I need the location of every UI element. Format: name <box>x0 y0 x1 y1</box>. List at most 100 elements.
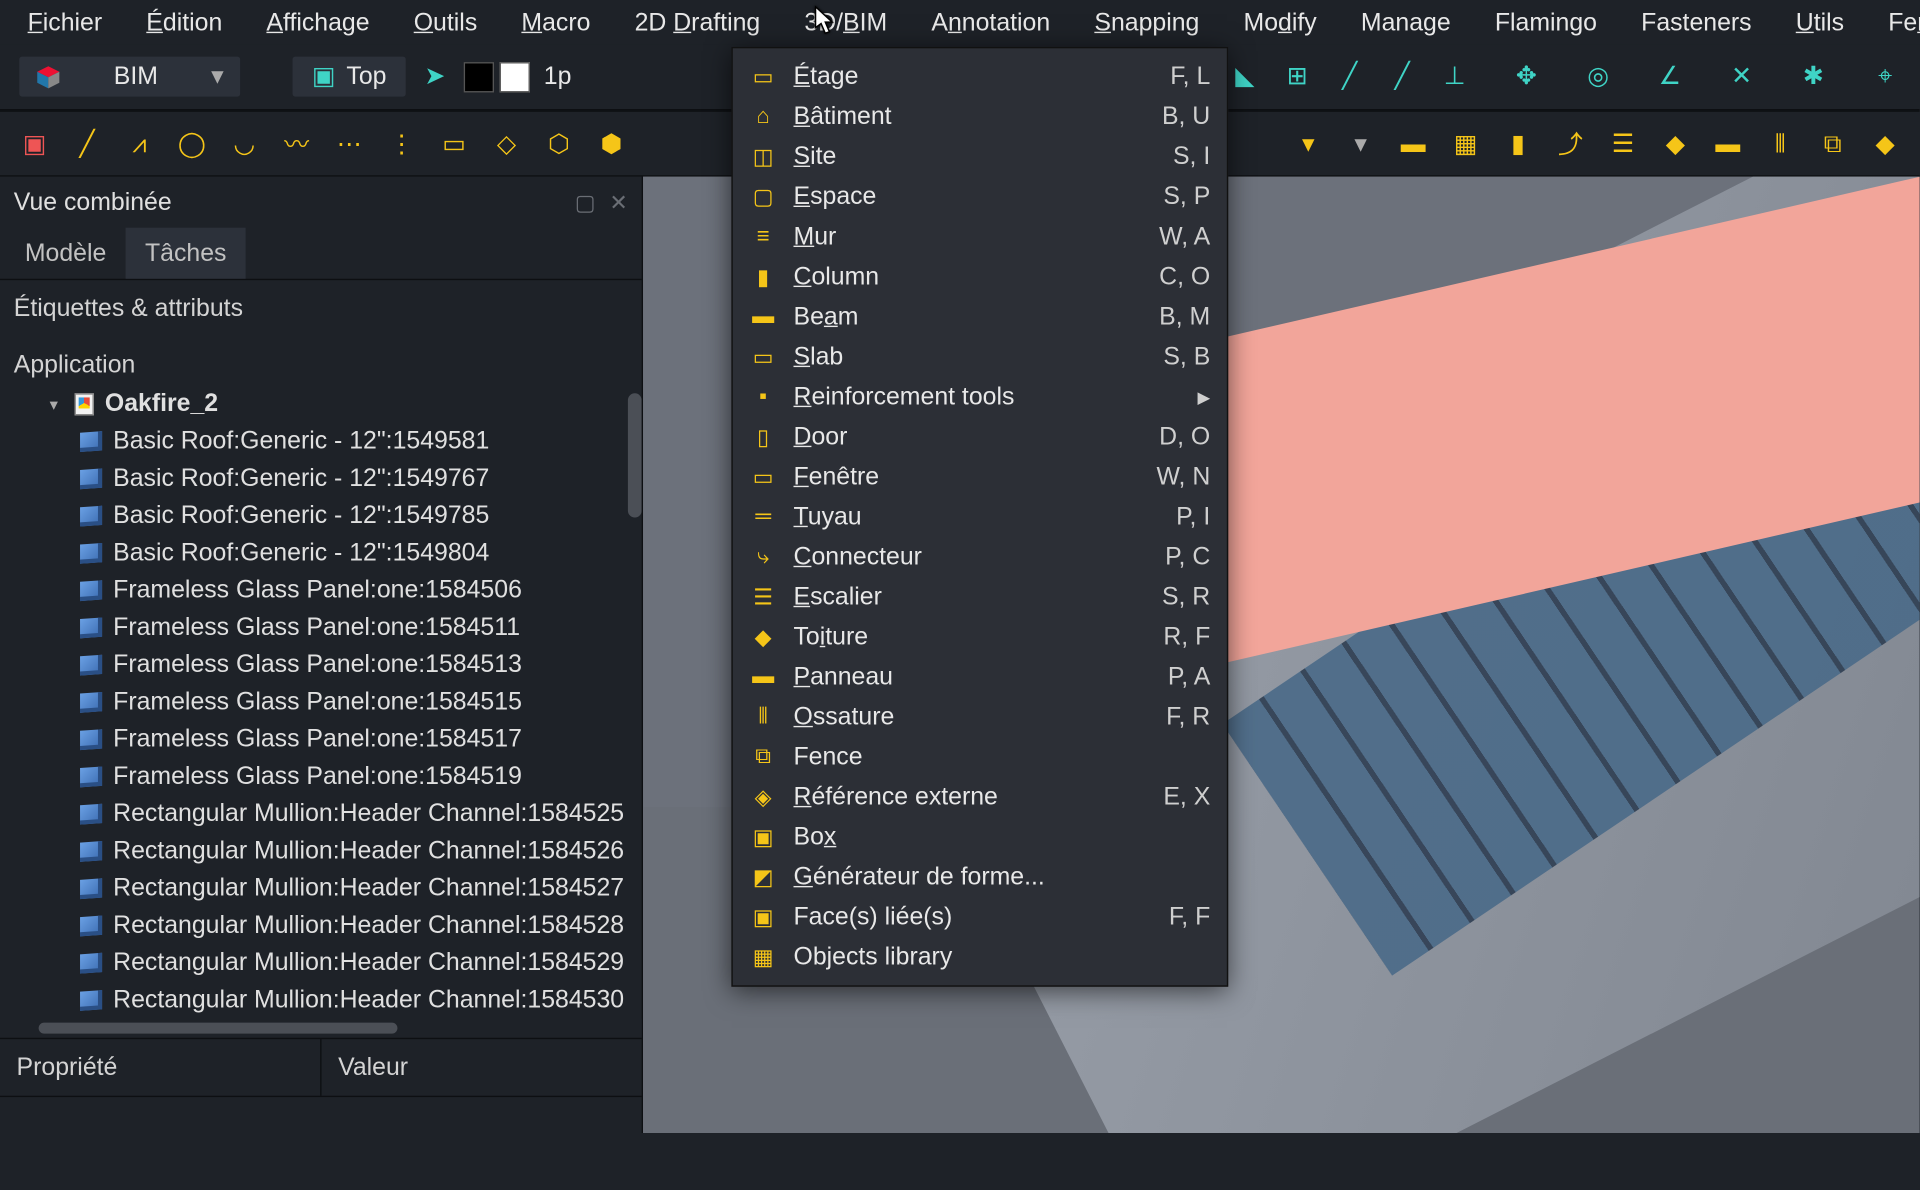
roof-icon[interactable]: ◆ <box>1652 120 1699 167</box>
tool-icon[interactable]: ▾ <box>1285 120 1332 167</box>
snap-near-icon[interactable]: ⌖ <box>1862 53 1909 100</box>
menu-item-panneau[interactable]: ▬PanneauP, A <box>733 657 1227 697</box>
panel-icon[interactable]: ▬ <box>1704 120 1751 167</box>
tool-icon[interactable]: ⬡ <box>535 120 582 167</box>
tree-item[interactable]: Rectangular Mullion:Header Channel:15845… <box>8 832 633 869</box>
menu-item-box[interactable]: ▣Box <box>733 817 1227 857</box>
snap-perp-icon[interactable]: ⊥ <box>1431 53 1478 100</box>
tree-item[interactable]: Basic Roof:Generic - 12":1549581 <box>8 422 633 459</box>
tool-icon[interactable]: ⋮ <box>378 120 425 167</box>
tool-icon[interactable]: ◇ <box>483 120 530 167</box>
rect-icon[interactable]: ▭ <box>431 120 478 167</box>
tree-item[interactable]: Rectangular Mullion:Header Channel:15845… <box>8 981 633 1018</box>
tree-item[interactable]: Rectangular Mullion:Header Channel:15845… <box>8 907 633 944</box>
menu-outils[interactable]: Outils <box>392 2 500 42</box>
tool-icon[interactable]: ⋯ <box>326 120 373 167</box>
menu-3dbim[interactable]: 3D/BIM <box>782 2 909 42</box>
tool-icon[interactable]: ◣ <box>1221 53 1268 100</box>
tool-icon[interactable]: ╱ <box>1326 53 1373 100</box>
menu-item-espace[interactable]: ▢EspaceS, P <box>733 177 1227 217</box>
menu-item-site[interactable]: ◫SiteS, I <box>733 137 1227 177</box>
menu-macro[interactable]: Macro <box>499 2 612 42</box>
menu-item-escalier[interactable]: ☰EscalierS, R <box>733 577 1227 617</box>
tree-scrollbar[interactable] <box>628 393 642 517</box>
tool-icon[interactable]: 〰 <box>273 120 320 167</box>
snap-intersect-icon[interactable]: ✕ <box>1718 53 1765 100</box>
menu-fentre[interactable]: Fenêtre <box>1866 2 1920 42</box>
undock-icon[interactable]: ▢ <box>575 188 596 216</box>
view-top-button[interactable]: ▣ Top <box>293 57 406 97</box>
tree-item[interactable]: Frameless Glass Panel:one:1584517 <box>8 720 633 757</box>
menu-affichage[interactable]: Affichage <box>244 2 391 42</box>
tree-item[interactable]: Frameless Glass Panel:one:1584511 <box>8 609 633 646</box>
tree-item[interactable]: Basic Roof:Generic - 12":1549804 <box>8 534 633 571</box>
line-icon[interactable]: ╱ <box>63 120 110 167</box>
color-swatch-white[interactable] <box>500 61 530 91</box>
menu-item-faceslies[interactable]: ▣Face(s) liée(s)F, F <box>733 897 1227 937</box>
tree-doc-row[interactable]: ▾ Oakfire_2 <box>8 385 633 422</box>
tree-item[interactable]: Basic Roof:Generic - 12":1549767 <box>8 460 633 497</box>
menu-item-fence[interactable]: ⧉Fence <box>733 737 1227 777</box>
menu-item-objectslibrary[interactable]: ▦Objects library <box>733 937 1227 977</box>
tab-model[interactable]: Modèle <box>6 228 126 279</box>
move-icon[interactable]: ✥ <box>1503 53 1550 100</box>
tool-icon[interactable]: ▣ <box>11 120 58 167</box>
column-icon[interactable]: ▮ <box>1495 120 1542 167</box>
menu-item-reinforcementtools[interactable]: ▪Reinforcement tools▶ <box>733 377 1227 417</box>
tool-icon[interactable]: ╱ <box>1379 53 1426 100</box>
close-icon[interactable]: ✕ <box>609 188 628 216</box>
chevron-down-icon[interactable]: ▾ <box>1337 120 1384 167</box>
menu-item-slab[interactable]: ▭SlabS, B <box>733 337 1227 377</box>
tool-icon[interactable]: ◆ <box>1862 120 1909 167</box>
fence-icon[interactable]: ⧉ <box>1809 120 1856 167</box>
tab-tasks[interactable]: Tâches <box>126 228 246 279</box>
menu-item-ossature[interactable]: ⦀OssatureF, R <box>733 697 1227 737</box>
menu-item-tage[interactable]: ▭ÉtageF, L <box>733 57 1227 97</box>
menu-item-mur[interactable]: ≡MurW, A <box>733 217 1227 257</box>
tree-item[interactable]: Frameless Glass Panel:one:1584513 <box>8 646 633 683</box>
menu-item-door[interactable]: ▯DoorD, O <box>733 417 1227 457</box>
tool-icon[interactable]: ▦ <box>1442 120 1489 167</box>
menu-item-connecteur[interactable]: ⤷ConnecteurP, C <box>733 537 1227 577</box>
tool-icon[interactable]: ⬢ <box>588 120 635 167</box>
horizontal-scrollbar[interactable] <box>0 1018 642 1037</box>
menu-2ddrafting[interactable]: 2D Drafting <box>613 2 783 42</box>
menu-item-tuyau[interactable]: ═TuyauP, I <box>733 497 1227 537</box>
wall-icon[interactable]: ▬ <box>1390 120 1437 167</box>
menu-item-btiment[interactable]: ⌂BâtimentB, U <box>733 97 1227 137</box>
expander-icon[interactable]: ▾ <box>44 394 63 413</box>
grid-icon[interactable]: ⊞ <box>1274 53 1321 100</box>
snap-center-icon[interactable]: ◎ <box>1575 53 1622 100</box>
model-tree[interactable]: ▾ Oakfire_2 Basic Roof:Generic - 12":154… <box>0 385 642 1018</box>
menu-item-fentre[interactable]: ▭FenêtreW, N <box>733 457 1227 497</box>
tree-item[interactable]: Frameless Glass Panel:one:1584519 <box>8 758 633 795</box>
tool-icon[interactable]: ➤ <box>411 53 458 100</box>
menu-item-rfrenceexterne[interactable]: ◈Référence externeE, X <box>733 777 1227 817</box>
tree-item[interactable]: Rectangular Mullion:Header Channel:15845… <box>8 795 633 832</box>
arc-icon[interactable]: ◡ <box>221 120 268 167</box>
menu-item-toiture[interactable]: ◆ToitureR, F <box>733 617 1227 657</box>
menu-snapping[interactable]: Snapping <box>1072 2 1221 42</box>
tree-item[interactable]: Frameless Glass Panel:one:1584506 <box>8 571 633 608</box>
workbench-selector[interactable]: BIM ▾ <box>19 57 240 97</box>
menu-dition[interactable]: Édition <box>124 2 244 42</box>
menu-item-gnrateurdeforme[interactable]: ◩Générateur de forme... <box>733 857 1227 897</box>
snap-special-icon[interactable]: ✱ <box>1790 53 1837 100</box>
tree-item[interactable]: Rectangular Mullion:Header Channel:15845… <box>8 944 633 981</box>
frame-icon[interactable]: ⦀ <box>1757 120 1804 167</box>
line-width-field[interactable]: 1p <box>536 62 580 91</box>
menu-modify[interactable]: Modify <box>1221 2 1338 42</box>
snap-angle-icon[interactable]: ∠ <box>1646 53 1693 100</box>
menu-item-column[interactable]: ▮ColumnC, O <box>733 257 1227 297</box>
color-swatch-black[interactable] <box>464 61 494 91</box>
tree-item[interactable]: Frameless Glass Panel:one:1584515 <box>8 683 633 720</box>
menu-flamingo[interactable]: Flamingo <box>1473 2 1619 42</box>
menu-fichier[interactable]: Fichier <box>6 2 125 42</box>
menu-manage[interactable]: Manage <box>1339 2 1473 42</box>
tree-item[interactable]: Rectangular Mullion:Header Channel:15845… <box>8 869 633 906</box>
pipe-icon[interactable]: ⤴ <box>1547 120 1594 167</box>
polyline-icon[interactable]: ⩘ <box>116 120 163 167</box>
circle-icon[interactable]: ◯ <box>168 120 215 167</box>
stairs-icon[interactable]: ☰ <box>1599 120 1646 167</box>
tree-item[interactable]: Basic Roof:Generic - 12":1549785 <box>8 497 633 534</box>
